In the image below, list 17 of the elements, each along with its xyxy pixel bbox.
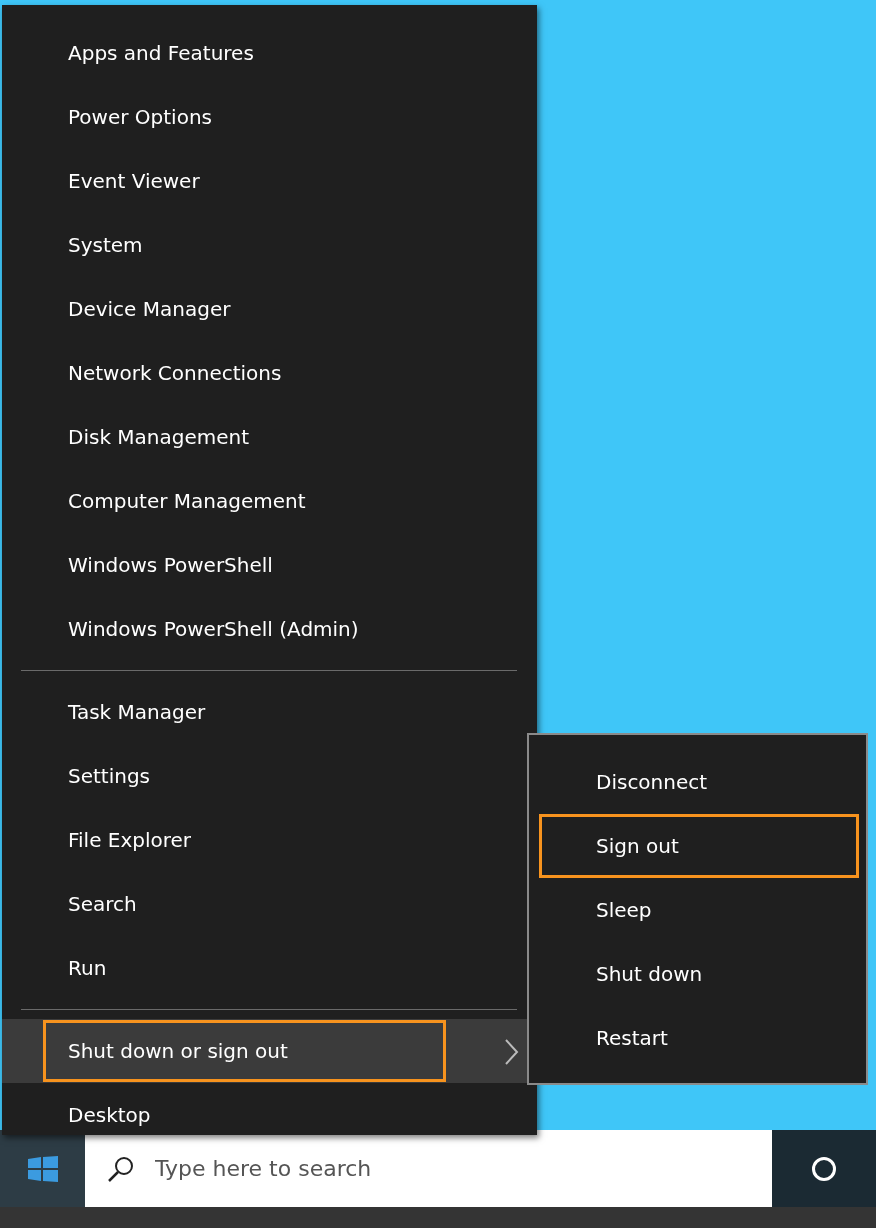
menu-item[interactable]: Power Options: [2, 85, 537, 149]
menu-item[interactable]: Computer Management: [2, 469, 537, 533]
cortana-button[interactable]: [772, 1130, 876, 1207]
search-box[interactable]: Type here to search: [85, 1130, 772, 1207]
menu-item[interactable]: Event Viewer: [2, 149, 537, 213]
menu-item[interactable]: Network Connections: [2, 341, 537, 405]
menu-item[interactable]: Task Manager: [2, 680, 537, 744]
menu-item[interactable]: System: [2, 213, 537, 277]
menu-item[interactable]: Device Manager: [2, 277, 537, 341]
windows-icon: [27, 1155, 58, 1182]
circle-icon: [811, 1155, 837, 1182]
start-button[interactable]: [0, 1130, 85, 1207]
menu-item[interactable]: Windows PowerShell: [2, 533, 537, 597]
menu-item[interactable]: Disk Management: [2, 405, 537, 469]
search-icon: [107, 1154, 135, 1183]
menu-item[interactable]: Apps and Features: [2, 21, 537, 85]
menu-item[interactable]: Windows PowerShell (Admin): [2, 597, 537, 661]
